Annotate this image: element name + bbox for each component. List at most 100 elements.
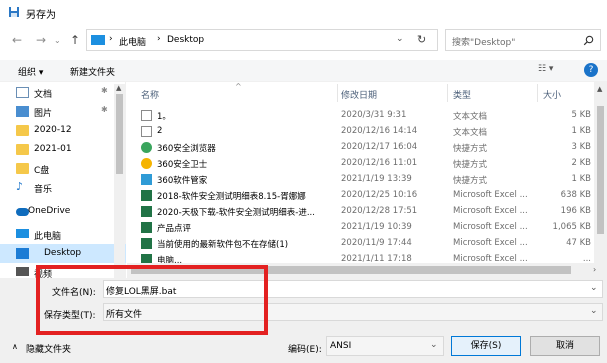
cancel-button[interactable]: 取消 — [530, 336, 600, 356]
column-separator[interactable] — [537, 84, 538, 102]
nav-item-pictures[interactable]: 图片 ✱ — [0, 102, 126, 121]
address-bar[interactable]: › 此电脑 › Desktop ⌄ ↻ — [86, 29, 438, 51]
nav-item-label: 文档 — [34, 90, 53, 100]
excel-file-icon — [141, 238, 152, 249]
file-date: 2021/1/19 10:39 — [341, 222, 412, 232]
file-row[interactable]: 2020-天极下载-软件安全测试明细表-进... 2020/12/28 17:5… — [127, 205, 594, 219]
nav-item-2020-12[interactable]: 2020-12 — [0, 121, 126, 140]
new-folder-button[interactable]: 新建文件夹 — [70, 65, 115, 78]
file-type-dropdown-icon[interactable]: ⌄ — [590, 306, 598, 316]
scroll-right-icon[interactable]: › — [593, 265, 596, 274]
file-date: 2020/12/25 10:16 — [341, 190, 418, 200]
breadcrumb-this-pc[interactable]: 此电脑 — [119, 35, 146, 48]
vertical-scroll-thumb[interactable] — [597, 106, 604, 234]
forward-arrow-icon[interactable]: → — [36, 33, 46, 47]
column-header-name[interactable]: 名称 — [141, 88, 159, 101]
scroll-up-icon[interactable]: ▲ — [597, 85, 602, 93]
text-file-icon — [141, 110, 152, 121]
help-icon[interactable]: ? — [584, 63, 598, 77]
address-dropdown-icon[interactable]: ⌄ — [396, 34, 404, 44]
encoding-select[interactable]: ANSI ⌄ — [326, 336, 444, 356]
back-arrow-icon[interactable]: ← — [12, 33, 22, 47]
column-header-type[interactable]: 类型 — [453, 88, 471, 101]
collapse-icon[interactable]: ∧ — [12, 342, 18, 351]
nav-item-c-drive[interactable]: C盘 — [0, 159, 126, 178]
file-row[interactable]: 当前使用的最新软件包不在存储(1) 2020/11/9 17:44 Micros… — [127, 237, 594, 251]
nav-item-label: C盘 — [34, 166, 50, 176]
hide-folders-toggle[interactable]: 隐藏文件夹 — [26, 342, 71, 355]
video-icon — [16, 267, 29, 276]
file-row[interactable]: 360软件管家 2021/1/19 13:39 快捷方式 1 KB — [127, 173, 594, 187]
nav-item-label: 此电脑 — [34, 232, 62, 242]
file-row[interactable]: 2018-软件安全测试明细表8.15-胥娜娜 2020/12/25 10:16 … — [127, 189, 594, 203]
nav-item-this-pc[interactable]: 此电脑 — [0, 225, 126, 244]
file-list-vertical-scrollbar[interactable]: ▲ — [594, 82, 607, 263]
sort-ascending-icon: ^ — [235, 82, 242, 91]
nav-item-desktop[interactable]: Desktop — [0, 244, 126, 263]
excel-file-icon — [141, 222, 152, 233]
nav-item-2021-01[interactable]: 2021-01 — [0, 140, 126, 159]
file-size: 196 KB — [560, 206, 591, 216]
file-type: Microsoft Excel ... — [453, 206, 528, 216]
file-type: 文本文档 — [453, 128, 488, 138]
column-header-date[interactable]: 修改日期 — [341, 88, 377, 101]
recent-dropdown-icon[interactable]: ⌄ — [54, 36, 61, 45]
file-name: 产品点评 — [157, 224, 192, 234]
search-box[interactable]: 搜索"Desktop" — [445, 29, 601, 51]
file-name: 当前使用的最新软件包不在存储(1) — [157, 240, 289, 250]
column-header-size[interactable]: 大小 — [543, 88, 561, 101]
folder-icon — [16, 144, 29, 155]
refresh-icon[interactable]: ↻ — [417, 33, 426, 46]
file-type: Microsoft Excel ... — [453, 238, 528, 248]
highlight-annotation-box — [36, 265, 268, 335]
pin-icon: ✱ — [101, 105, 108, 114]
excel-file-icon — [141, 254, 152, 263]
file-row[interactable]: 电脑... 2021/1/11 17:18 Microsoft Excel ..… — [127, 253, 594, 263]
save-button[interactable]: 保存(S) — [451, 336, 521, 356]
file-name: 2 — [157, 126, 163, 136]
view-options-icon[interactable]: ☷ ▾ — [538, 64, 553, 74]
file-size: 1 KB — [571, 174, 591, 184]
document-icon — [16, 87, 29, 98]
folder-icon — [16, 125, 29, 136]
pin-icon: ✱ — [101, 86, 108, 95]
navigation-pane: 文档 ✱ 图片 ✱ 2020-12 2021-01 C盘 ♪ 音乐 OneDri… — [0, 82, 126, 280]
scroll-up-icon[interactable]: ▲ — [116, 84, 121, 92]
search-icon[interactable] — [583, 35, 594, 46]
encoding-dropdown-icon[interactable]: ⌄ — [430, 340, 438, 350]
column-separator[interactable] — [447, 84, 448, 102]
file-name: 360安全浏览器 — [157, 144, 216, 154]
organize-button[interactable]: 组织 ▾ — [18, 65, 43, 78]
pc-icon — [16, 229, 29, 238]
file-date: 2020/12/28 17:51 — [341, 206, 418, 216]
column-separator[interactable] — [337, 84, 338, 102]
nav-item-label: 图片 — [34, 109, 53, 119]
file-row[interactable]: 2 2020/12/16 14:14 文本文档 1 KB — [127, 125, 594, 139]
file-name: 360软件管家 — [157, 176, 208, 186]
guard-shortcut-icon — [141, 158, 152, 169]
file-row[interactable]: 1。 2020/3/31 9:31 文本文档 5 KB — [127, 109, 594, 123]
file-type: 文本文档 — [453, 112, 488, 122]
nav-scroll-thumb[interactable] — [116, 94, 123, 174]
nav-item-documents[interactable]: 文档 ✱ — [0, 83, 126, 102]
file-row[interactable]: 360安全卫士 2020/12/16 11:01 快捷方式 2 KB — [127, 157, 594, 171]
filename-dropdown-icon[interactable]: ⌄ — [590, 283, 598, 293]
file-row[interactable]: 360安全浏览器 2020/12/17 16:04 快捷方式 3 KB — [127, 141, 594, 155]
file-size: ... — [582, 254, 591, 263]
nav-item-music[interactable]: ♪ 音乐 — [0, 178, 126, 197]
file-name: 2020-天极下载-软件安全测试明细表-进... — [157, 208, 315, 218]
file-name: 1。 — [157, 112, 171, 122]
file-size: 5 KB — [571, 110, 591, 120]
nav-item-label: 2021-01 — [34, 144, 72, 154]
excel-file-icon — [141, 206, 152, 217]
breadcrumb-desktop[interactable]: Desktop — [167, 35, 204, 45]
file-row[interactable]: 产品点评 2021/1/19 10:39 Microsoft Excel ...… — [127, 221, 594, 235]
nav-scrollbar[interactable]: ▲ — [114, 84, 125, 278]
up-arrow-icon[interactable]: ↑ — [70, 33, 80, 47]
text-file-icon — [141, 126, 152, 137]
file-size: 1 KB — [571, 126, 591, 136]
nav-item-onedrive[interactable]: OneDrive — [0, 202, 126, 221]
title-bar: 另存为 — [0, 0, 607, 24]
file-date: 2020/12/17 16:04 — [341, 142, 418, 152]
nav-item-label: Desktop — [44, 248, 82, 258]
